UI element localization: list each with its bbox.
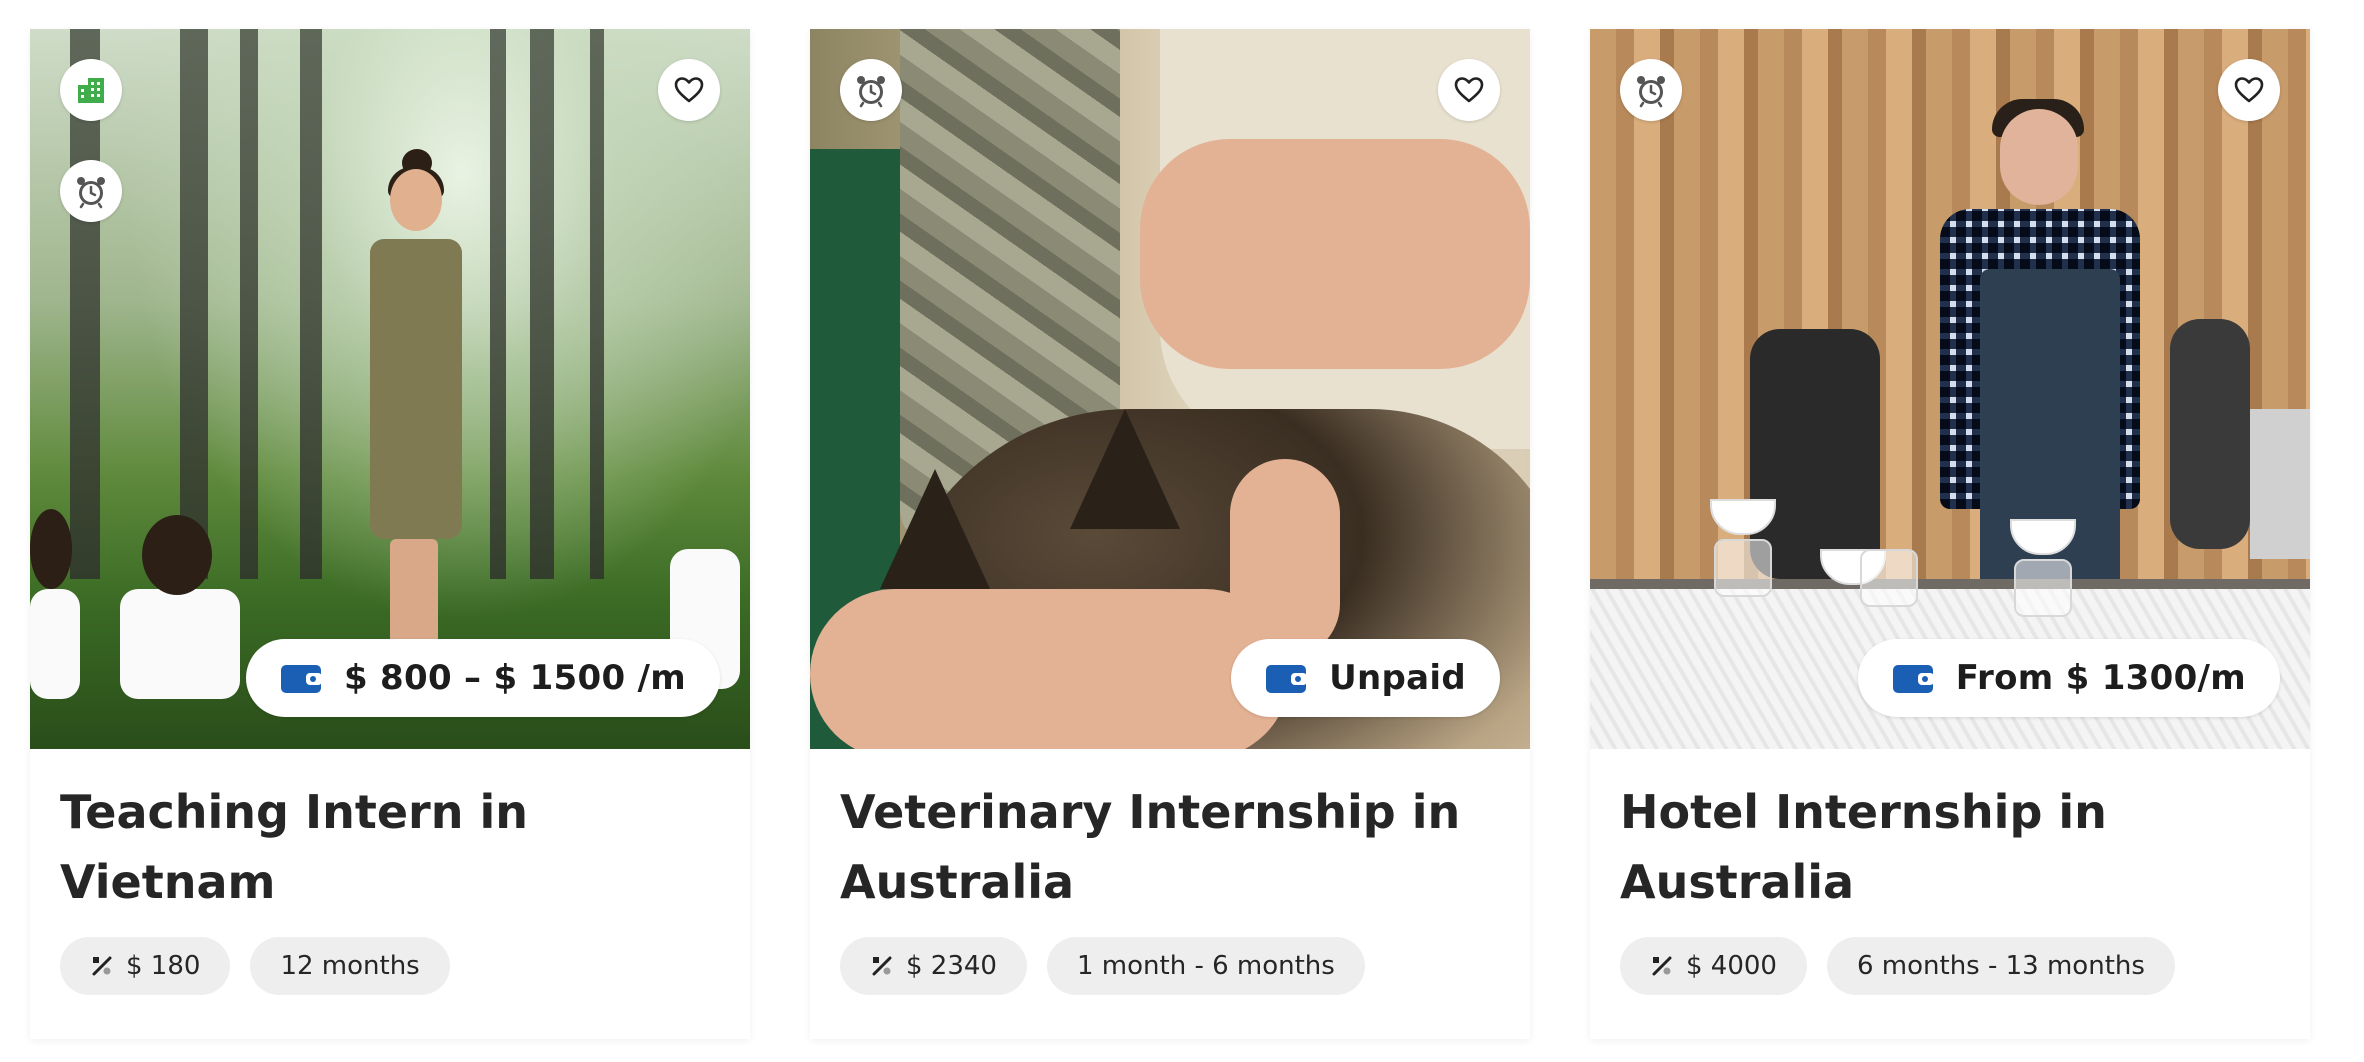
fee-chip: $ 4000 xyxy=(1620,937,1807,995)
favorite-button[interactable] xyxy=(1438,59,1500,121)
company-icon xyxy=(60,59,122,121)
fee-text: $ 2340 xyxy=(906,951,997,981)
duration-text: 12 months xyxy=(280,951,420,981)
wallet-icon xyxy=(280,665,322,693)
wallet-icon xyxy=(1892,665,1934,693)
duration-chip: 6 months - 13 months xyxy=(1826,937,2175,995)
card-title[interactable]: Hotel Internship in Australia xyxy=(1620,777,2280,917)
alarm-clock-icon xyxy=(840,59,902,121)
discount-icon xyxy=(1652,956,1672,976)
salary-badge: Unpaid xyxy=(1231,639,1500,717)
favorite-button[interactable] xyxy=(658,59,720,121)
card-title[interactable]: Veterinary Internship in Australia xyxy=(840,777,1500,917)
fee-chip: $ 2340 xyxy=(840,937,1027,995)
heart-outline-icon xyxy=(1454,77,1484,103)
fee-text: $ 4000 xyxy=(1686,951,1777,981)
favorite-button[interactable] xyxy=(2218,59,2280,121)
card-title[interactable]: Teaching Intern in Vietnam xyxy=(60,777,720,917)
card-image[interactable]: From $ 1300/m xyxy=(1590,29,2310,749)
internship-card[interactable]: From $ 1300/m Hotel Internship in Austra… xyxy=(1590,29,2310,1039)
duration-chip: 1 month - 6 months xyxy=(1046,937,1365,995)
heart-outline-icon xyxy=(2234,77,2264,103)
heart-outline-icon xyxy=(674,77,704,103)
discount-icon xyxy=(872,956,892,976)
salary-text: Unpaid xyxy=(1329,658,1466,698)
salary-badge: From $ 1300/m xyxy=(1857,639,2280,717)
salary-text: From $ 1300/m xyxy=(1955,658,2246,698)
internship-card-grid: $ 800 – $ 1500 /m Teaching Intern in Vie… xyxy=(30,29,2310,1039)
duration-text: 6 months - 13 months xyxy=(1856,951,2145,981)
salary-text: $ 800 – $ 1500 /m xyxy=(343,658,686,698)
internship-card[interactable]: $ 800 – $ 1500 /m Teaching Intern in Vie… xyxy=(30,29,750,1039)
discount-icon xyxy=(92,956,112,976)
duration-chip: 12 months xyxy=(250,937,450,995)
salary-badge: $ 800 – $ 1500 /m xyxy=(245,639,720,717)
fee-text: $ 180 xyxy=(126,951,201,981)
wallet-icon xyxy=(1266,665,1308,693)
fee-chip: $ 180 xyxy=(60,937,231,995)
alarm-clock-icon xyxy=(1620,59,1682,121)
alarm-clock-icon xyxy=(60,160,122,222)
card-image[interactable]: $ 800 – $ 1500 /m xyxy=(30,29,750,749)
card-image[interactable]: Unpaid xyxy=(810,29,1530,749)
duration-text: 1 month - 6 months xyxy=(1076,951,1335,981)
internship-card[interactable]: Unpaid Veterinary Internship in Australi… xyxy=(810,29,1530,1039)
